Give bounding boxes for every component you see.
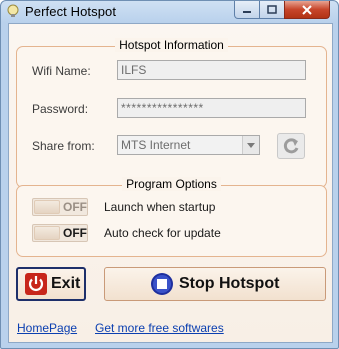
- wifi-name-label: Wifi Name:: [32, 64, 91, 78]
- close-icon: [302, 4, 312, 15]
- toggle-knob: [34, 226, 60, 240]
- exit-label: Exit: [51, 275, 81, 292]
- toggle-knob: [34, 200, 60, 214]
- program-options-group: Program Options OFF Launch when startup …: [16, 177, 327, 257]
- hotspot-info-group: Hotspot Information Wifi Name: ILFS Pass…: [16, 38, 327, 188]
- minimize-button[interactable]: [234, 1, 260, 19]
- stop-icon: [151, 273, 173, 295]
- password-label: Password:: [32, 102, 89, 116]
- refresh-icon: [283, 138, 299, 154]
- auto-update-toggle[interactable]: OFF: [32, 224, 88, 242]
- close-button[interactable]: [284, 1, 330, 19]
- launch-startup-label: Launch when startup: [104, 200, 216, 214]
- stop-hotspot-button[interactable]: Stop Hotspot: [104, 267, 326, 301]
- homepage-link[interactable]: HomePage: [17, 321, 77, 335]
- power-icon: [25, 273, 47, 295]
- title-bar[interactable]: Perfect Hotspot: [1, 1, 338, 23]
- hotspot-info-title: Hotspot Information: [115, 38, 228, 52]
- refresh-button[interactable]: [277, 133, 305, 159]
- program-options-title: Program Options: [122, 177, 221, 191]
- minimize-icon: [243, 10, 251, 13]
- stop-hotspot-label: Stop Hotspot: [179, 275, 280, 292]
- more-softwares-link[interactable]: Get more free softwares: [95, 321, 224, 335]
- share-from-select[interactable]: MTS Internet: [117, 135, 260, 155]
- main-panel: Hotspot Information Wifi Name: ILFS Pass…: [8, 23, 333, 343]
- exit-button[interactable]: Exit: [16, 267, 86, 301]
- app-window: Perfect Hotspot Hotspot Information Wifi…: [0, 0, 339, 349]
- maximize-button[interactable]: [259, 1, 285, 19]
- toggle-state: OFF: [63, 200, 87, 214]
- window-title: Perfect Hotspot: [25, 4, 117, 19]
- maximize-icon: [267, 5, 277, 14]
- auto-update-label: Auto check for update: [104, 226, 221, 240]
- share-from-dropdown-button[interactable]: [242, 136, 259, 154]
- chevron-down-icon: [247, 142, 255, 148]
- password-field[interactable]: ****************: [117, 98, 306, 118]
- toggle-state: OFF: [63, 226, 87, 240]
- share-from-label: Share from:: [32, 139, 95, 153]
- wifi-name-field[interactable]: ILFS: [117, 60, 306, 80]
- share-from-value: MTS Internet: [121, 138, 191, 152]
- bulb-icon: [7, 4, 19, 17]
- launch-startup-toggle[interactable]: OFF: [32, 198, 88, 216]
